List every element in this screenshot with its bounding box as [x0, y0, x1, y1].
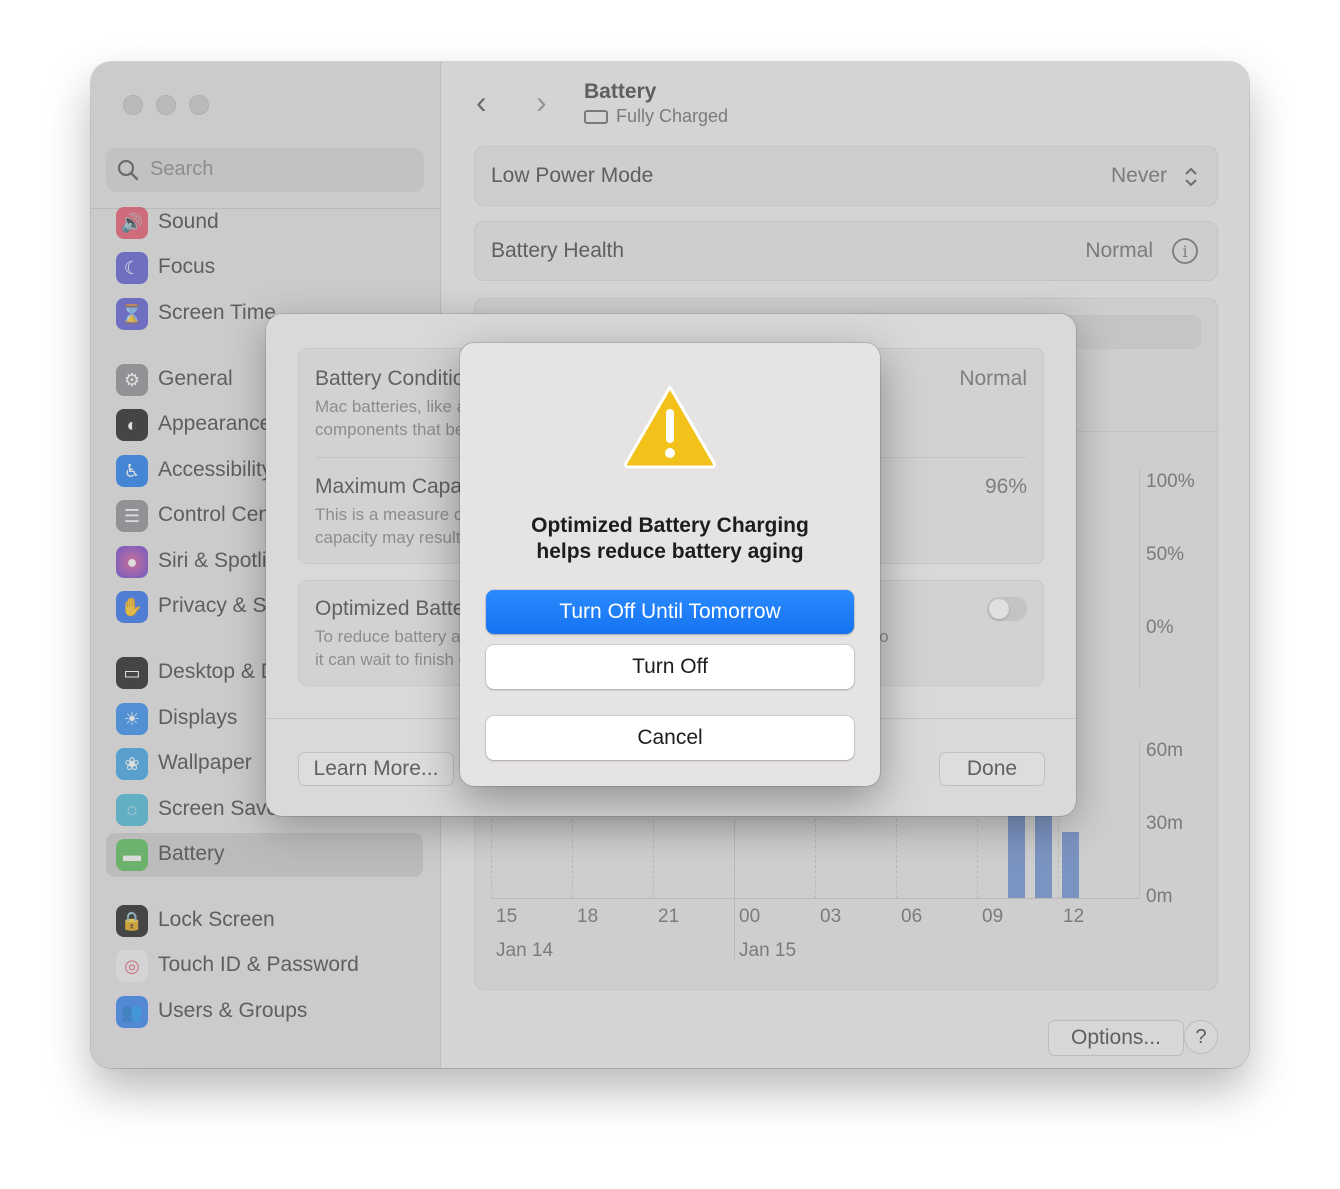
- alert-dialog: Optimized Battery Charging helps reduce …: [460, 343, 880, 786]
- alert-message: Optimized Battery Charging helps reduce …: [480, 513, 860, 565]
- alert-message-line: helps reduce battery aging: [536, 540, 804, 563]
- cancel-button[interactable]: Cancel: [486, 716, 854, 760]
- turn-off-until-tomorrow-button[interactable]: Turn Off Until Tomorrow: [486, 590, 854, 634]
- alert-message-line: Optimized Battery Charging: [531, 514, 809, 537]
- warning-icon: [623, 385, 717, 469]
- turn-off-button[interactable]: Turn Off: [486, 645, 854, 689]
